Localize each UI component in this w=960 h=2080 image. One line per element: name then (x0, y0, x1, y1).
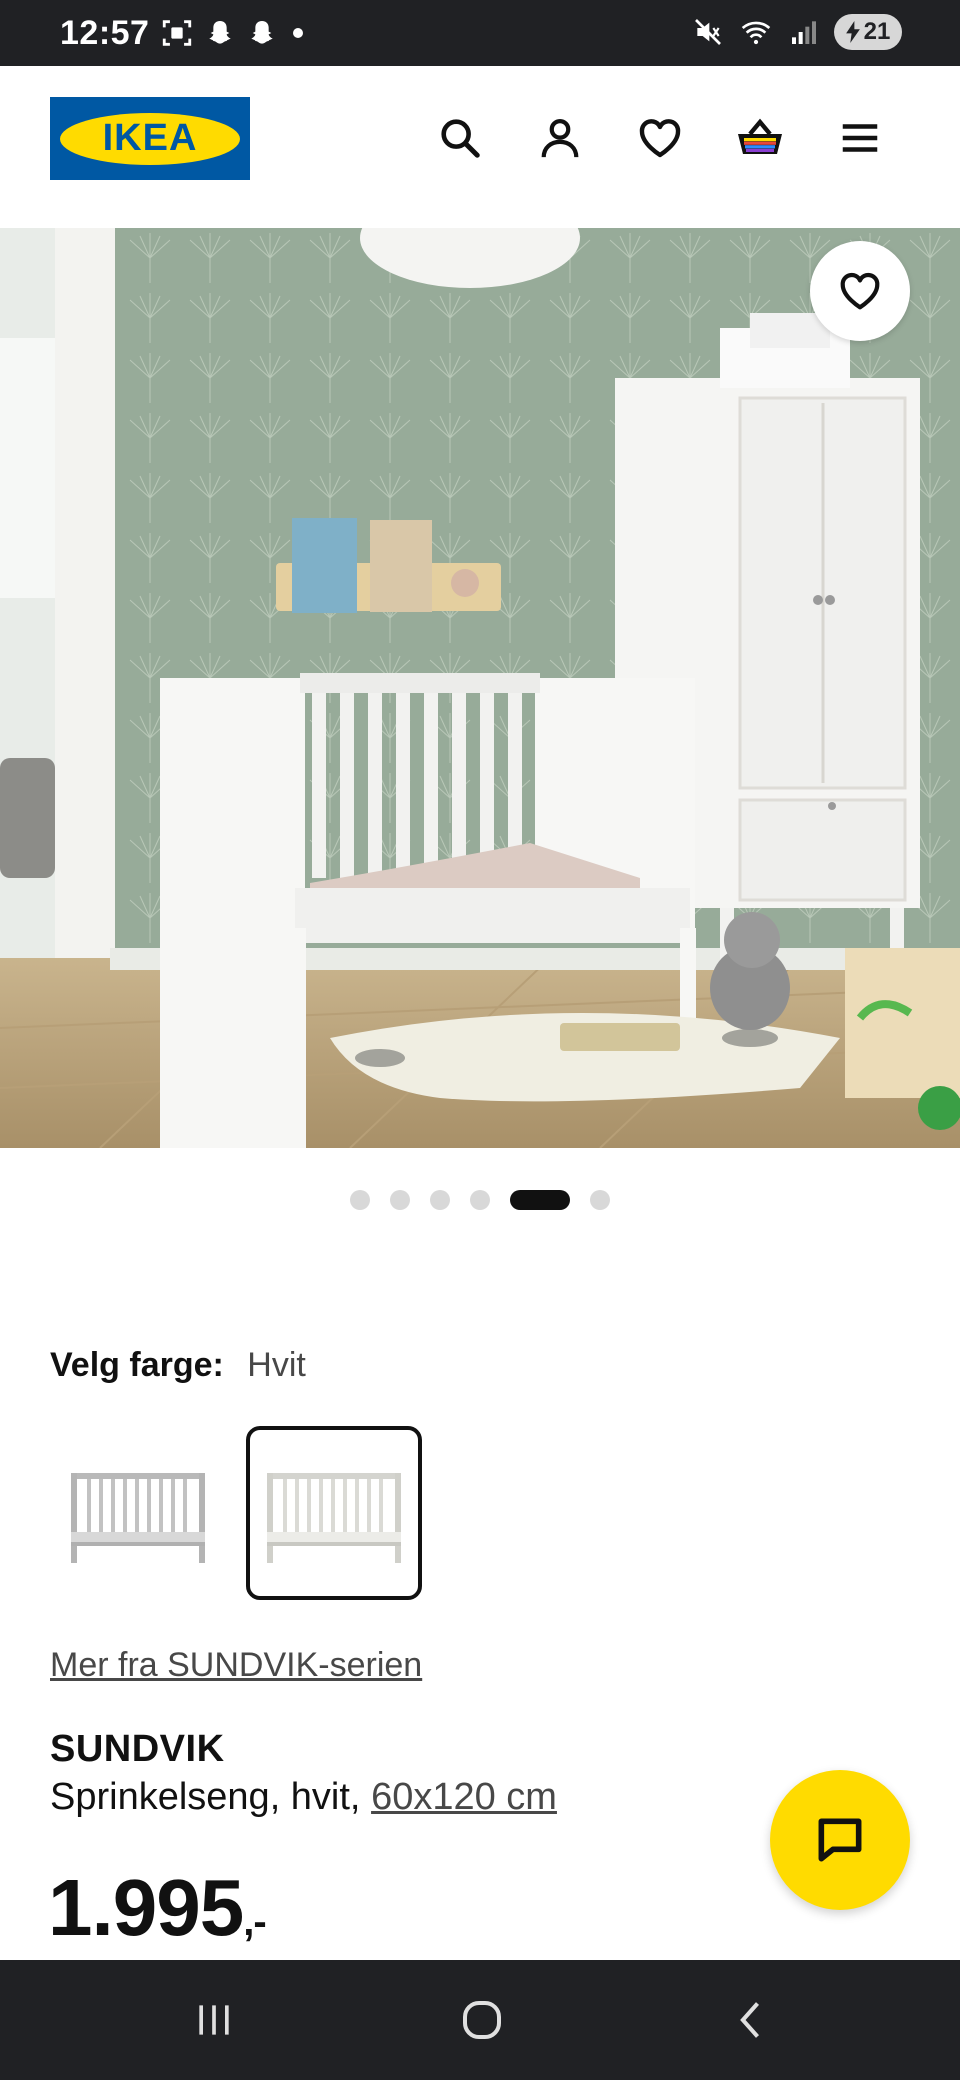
carousel-dot[interactable] (590, 1190, 610, 1210)
recent-apps-button[interactable] (184, 1990, 244, 2050)
carousel-dot[interactable] (350, 1190, 370, 1210)
wifi-icon (741, 21, 771, 45)
logo-oval: IKEA (60, 112, 240, 165)
color-value: Hvit (247, 1346, 306, 1384)
site-header: IKEA (0, 66, 960, 228)
mute-icon (695, 19, 721, 45)
color-swatch-grey[interactable] (50, 1426, 226, 1600)
product-name: SUNDVIK (50, 1728, 225, 1770)
product-description: Sprinkelseng, hvit, 60x120 cm (50, 1776, 557, 1819)
carousel-dot[interactable] (390, 1190, 410, 1210)
back-icon (740, 2002, 760, 2038)
notification-icons (160, 16, 308, 50)
home-icon (463, 2001, 501, 2039)
search-icon[interactable] (430, 108, 490, 168)
carousel-dots (0, 1188, 960, 1212)
series-link[interactable]: Mer fra SUNDVIK-serien (50, 1646, 422, 1685)
product-image[interactable] (0, 228, 960, 1148)
size-link[interactable]: 60x120 cm (371, 1776, 557, 1818)
battery-level: 21 (863, 18, 891, 45)
snapchat-icon (251, 21, 273, 44)
snapchat-icon (209, 21, 231, 44)
account-icon[interactable] (530, 108, 590, 168)
product-price: 1.995,- (48, 1862, 267, 1954)
charging-icon (845, 21, 860, 43)
nursery-photo (0, 228, 960, 1148)
crib-thumbnail (267, 1473, 401, 1563)
carousel-dot-active[interactable] (510, 1190, 570, 1210)
crib-thumbnail (71, 1473, 205, 1563)
signal-icon (792, 21, 816, 44)
heart-icon[interactable] (630, 108, 690, 168)
chat-button[interactable] (770, 1770, 910, 1910)
carousel-dot[interactable] (430, 1190, 450, 1210)
status-bar: 12:57 21 (0, 0, 960, 66)
battery-indicator: 21 (834, 14, 902, 50)
color-selector: Velg farge: Hvit (50, 1346, 306, 1385)
carousel-dot[interactable] (470, 1190, 490, 1210)
logo-text: IKEA (102, 117, 198, 159)
chat-icon (818, 1818, 862, 1862)
price-suffix: ,- (243, 1900, 266, 1944)
dot-icon (293, 28, 303, 38)
back-button[interactable] (722, 1990, 782, 2050)
price-value: 1.995 (48, 1863, 244, 1952)
screenshot-icon (162, 20, 192, 46)
color-swatch-white[interactable] (246, 1426, 422, 1600)
system-icons: 21 (692, 14, 902, 50)
system-nav-bar (0, 1960, 960, 2080)
home-button[interactable] (452, 1990, 512, 2050)
basket-icon[interactable] (730, 108, 790, 168)
heart-icon (840, 272, 880, 310)
color-label: Velg farge: (50, 1346, 224, 1384)
ikea-logo[interactable]: IKEA (50, 97, 250, 180)
recents-icon (199, 2005, 229, 2035)
menu-icon[interactable] (830, 108, 890, 168)
favorite-button[interactable] (810, 241, 910, 341)
product-desc-text: Sprinkelseng, hvit, (50, 1776, 372, 1818)
status-time: 12:57 (60, 14, 150, 52)
